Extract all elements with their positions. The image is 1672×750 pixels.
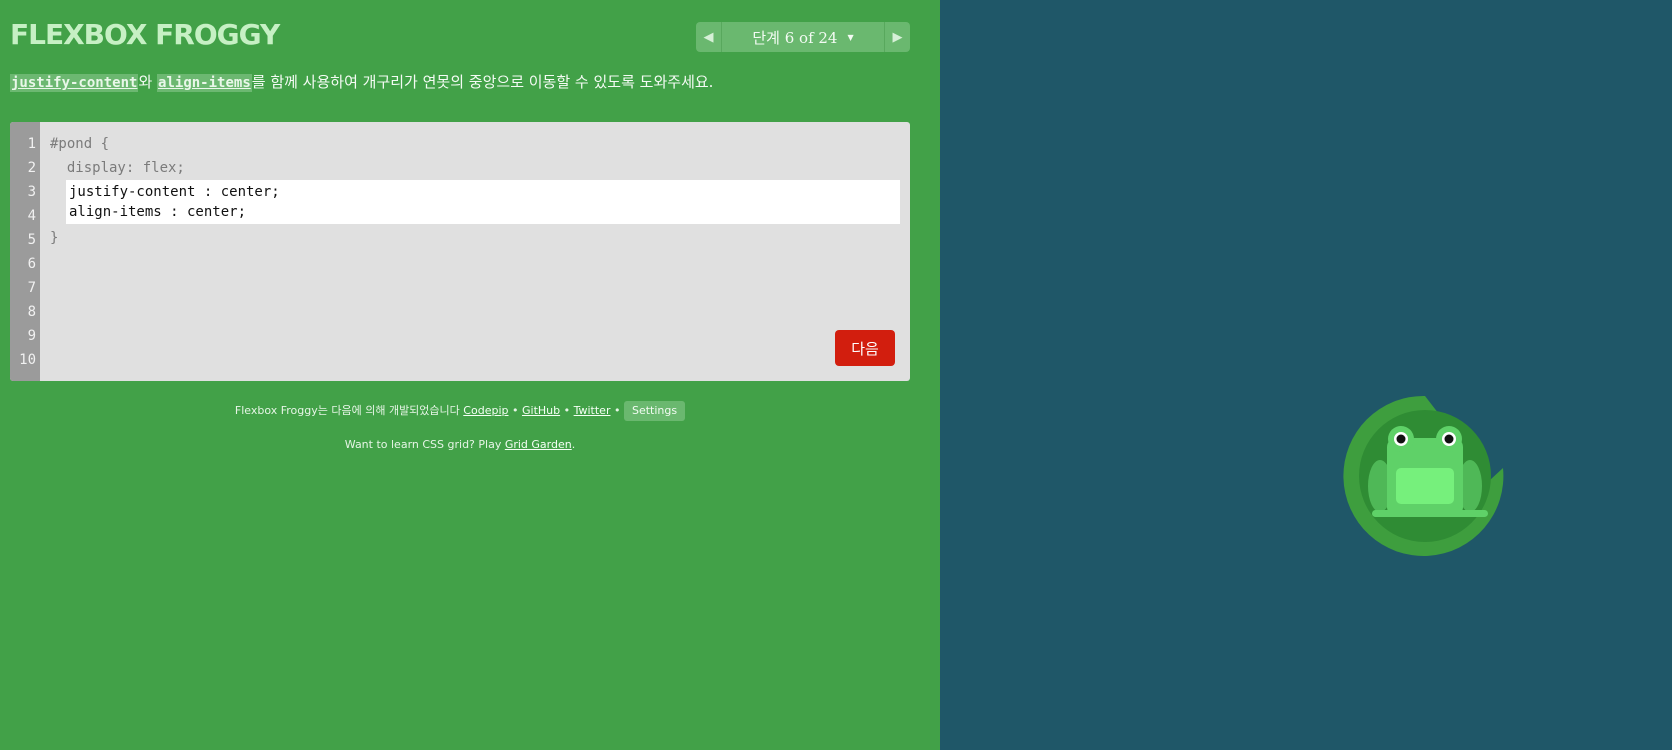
line-number: 4 <box>27 208 36 224</box>
keyword-justify-content[interactable]: justify-content <box>10 74 139 92</box>
line-number: 2 <box>27 160 36 176</box>
app-title: FLEXBOX FROGGY <box>10 18 280 51</box>
line-number: 3 <box>27 184 36 200</box>
github-link[interactable]: GitHub <box>522 404 560 417</box>
codepip-link[interactable]: Codepip <box>463 404 508 417</box>
settings-button[interactable]: Settings <box>623 401 686 421</box>
line-number: 1 <box>27 136 36 152</box>
line-number: 9 <box>27 328 36 344</box>
line-number: 8 <box>27 304 36 320</box>
sidebar: FLEXBOX FROGGY ◀ 단계 6 of 24 ▼ ▶ justify-… <box>0 0 940 750</box>
lilypad-icon <box>1343 395 1504 556</box>
grid-garden-link[interactable]: Grid Garden <box>505 438 572 451</box>
code-line-display: display: flex; <box>50 160 185 176</box>
keyword-align-items[interactable]: align-items <box>157 74 252 92</box>
pond-view <box>940 0 1672 750</box>
promo-text: Want to learn CSS grid? Play <box>344 438 502 451</box>
twitter-link[interactable]: Twitter <box>574 404 611 417</box>
line-number-gutter: 1 2 3 4 5 6 7 8 9 10 <box>10 122 40 381</box>
credits: Flexbox Froggy는 다음에 의해 개발되었습니다 Codepip •… <box>0 401 920 421</box>
line-number: 7 <box>27 280 36 296</box>
grid-garden-promo: Want to learn CSS grid? Play Grid Garden… <box>0 438 920 451</box>
next-level-button[interactable]: ▶ <box>884 22 910 52</box>
next-button[interactable]: 다음 <box>835 330 895 366</box>
level-dropdown[interactable]: 단계 6 of 24 ▼ <box>722 22 884 52</box>
promo-end: . <box>571 438 576 451</box>
code-line-selector: #pond { <box>50 136 110 152</box>
instructions-connector: 와 <box>138 73 153 91</box>
credit-text: Flexbox Froggy는 다음에 의해 개발되었습니다 <box>234 404 460 417</box>
line-number: 6 <box>27 256 36 272</box>
instructions-text: 를 함께 사용하여 개구리가 연못의 중앙으로 이동할 수 있도록 도와주세요. <box>251 73 714 91</box>
lilypad-with-frog <box>1340 390 1510 560</box>
line-number: 5 <box>27 232 36 248</box>
previous-level-button[interactable]: ◀ <box>696 22 722 52</box>
separator: • <box>613 404 621 417</box>
instructions: justify-content와 align-items를 함께 사용하여 개구… <box>10 71 910 94</box>
caret-down-icon: ▼ <box>847 32 854 42</box>
triangle-left-icon: ◀ <box>703 29 714 45</box>
code-line-closing-brace: } <box>50 230 59 246</box>
triangle-right-icon: ▶ <box>892 29 903 45</box>
level-label: 단계 6 of 24 <box>752 28 838 47</box>
level-navigator: ◀ 단계 6 of 24 ▼ ▶ <box>696 22 910 52</box>
css-code-input[interactable]: justify-content : center; align-items : … <box>66 180 900 224</box>
line-number: 10 <box>19 352 36 368</box>
separator: • <box>511 404 519 417</box>
separator: • <box>563 404 571 417</box>
code-editor: 1 2 3 4 5 6 7 8 9 10 #pond { display: fl… <box>10 122 910 381</box>
